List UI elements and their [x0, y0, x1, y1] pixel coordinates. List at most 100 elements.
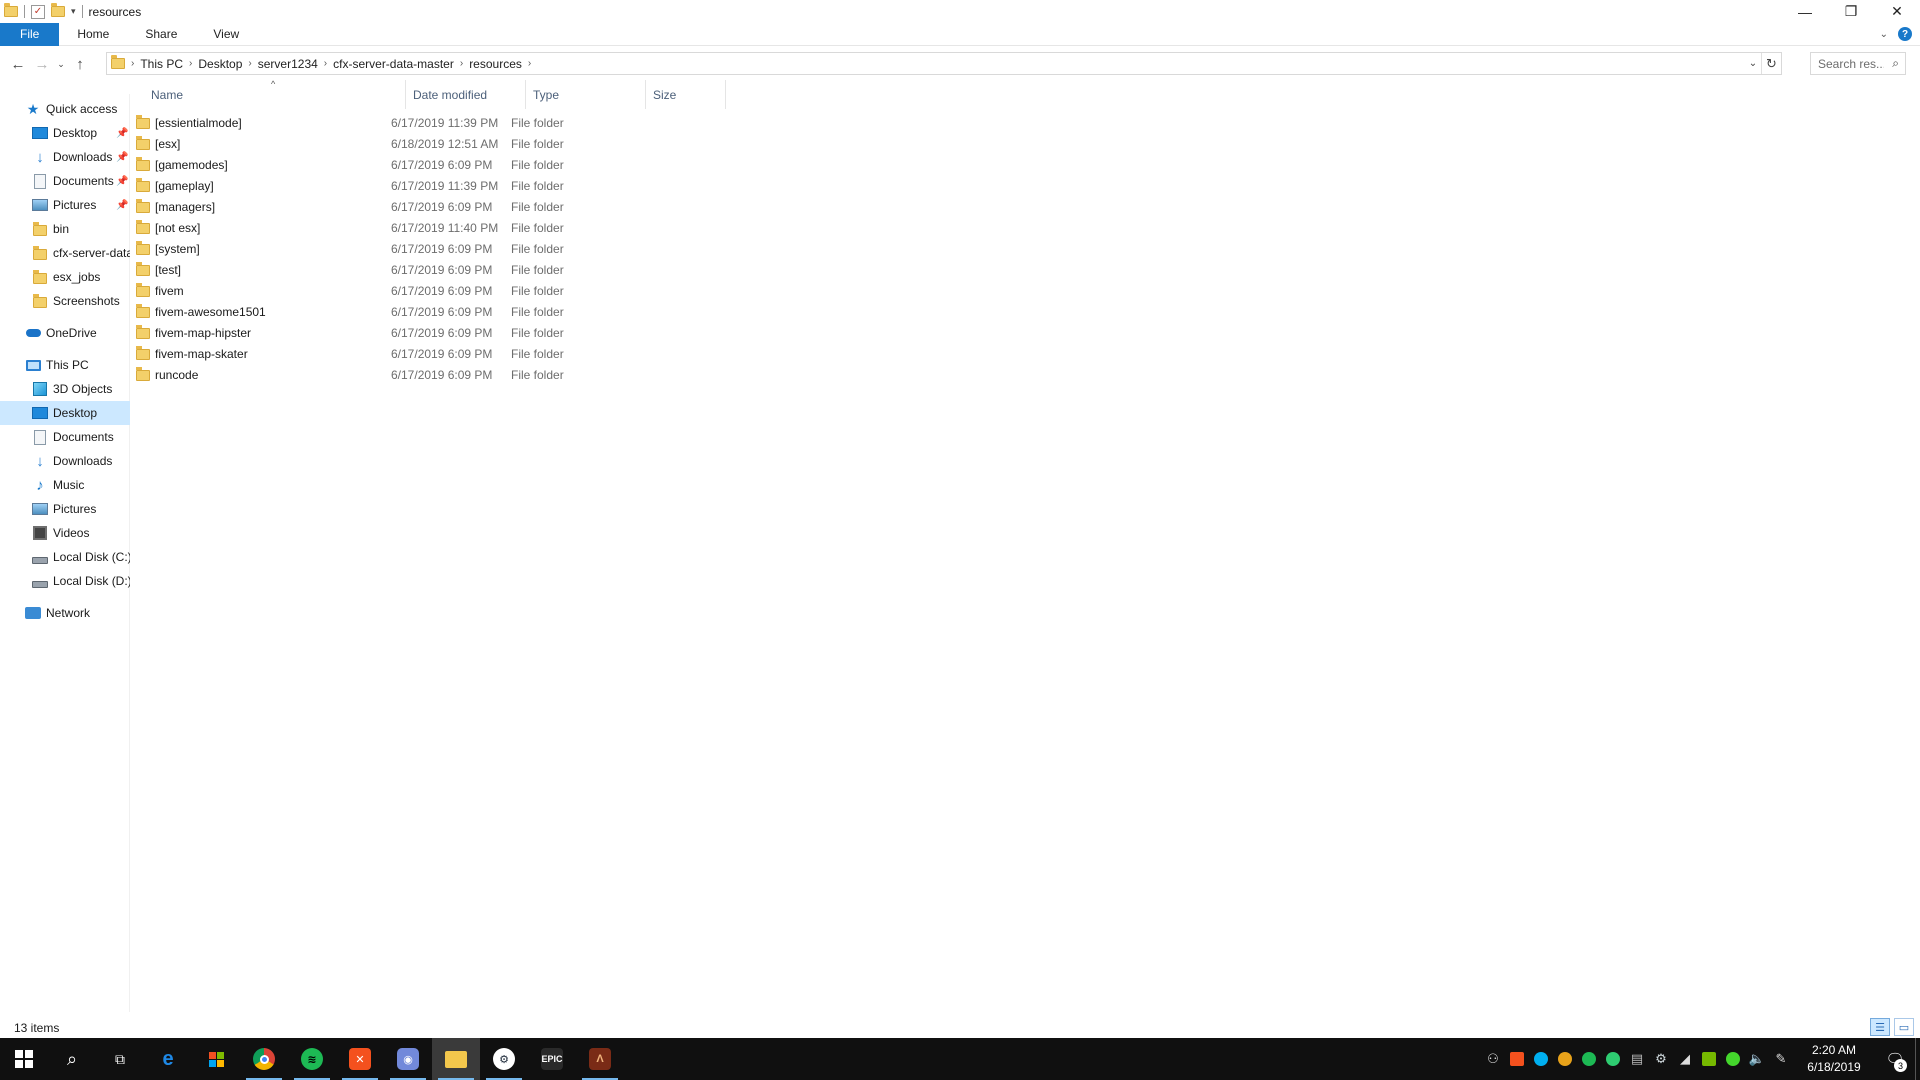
tab-share[interactable]: Share: [127, 23, 195, 46]
chevron-right-icon[interactable]: ›: [526, 58, 533, 69]
steam-tray-icon[interactable]: ⚙: [1649, 1038, 1673, 1080]
customize-toolbar-icon[interactable]: ▾: [71, 6, 76, 17]
breadcrumb-desktop[interactable]: Desktop: [194, 57, 246, 71]
expand-ribbon-icon[interactable]: ⌄: [1880, 29, 1888, 40]
green-tray-icon[interactable]: [1601, 1038, 1625, 1080]
nvidia-icon[interactable]: [1697, 1038, 1721, 1080]
tab-file[interactable]: File: [0, 22, 60, 46]
taskbar-app-xampp[interactable]: ✕: [336, 1038, 384, 1080]
column-header-date-modified[interactable]: Date modified: [406, 80, 526, 109]
chevron-right-icon[interactable]: ›: [129, 58, 136, 69]
file-name-cell[interactable]: [gamemodes]: [136, 157, 391, 172]
pin-icon[interactable]: 📌: [116, 152, 128, 163]
table-row[interactable]: fivem-map-hipster 6/17/2019 6:09 PM File f…: [136, 322, 621, 343]
column-header-size[interactable]: Size: [646, 80, 726, 109]
sidebar-item-music[interactable]: ♪ Music: [0, 473, 130, 497]
search-box[interactable]: ⌕: [1810, 52, 1906, 75]
file-name-cell[interactable]: [gameplay]: [136, 178, 391, 193]
sidebar-item-esx-jobs[interactable]: esx_jobs: [0, 265, 130, 289]
taskbar-app-epic-games[interactable]: EPIC: [528, 1038, 576, 1080]
skype-icon[interactable]: [1529, 1038, 1553, 1080]
file-name-cell[interactable]: [essientialmode]: [136, 115, 391, 130]
table-row[interactable]: [essientialmode] 6/17/2019 11:39 PM File f…: [136, 112, 621, 133]
breadcrumb-resources[interactable]: resources: [465, 57, 526, 71]
refresh-icon[interactable]: ↻: [1761, 53, 1781, 74]
recent-locations-button[interactable]: ⌄: [54, 52, 68, 76]
people-icon[interactable]: ⚇: [1481, 1038, 1505, 1080]
epic-tray-icon[interactable]: ▤: [1625, 1038, 1649, 1080]
razer-icon[interactable]: [1721, 1038, 1745, 1080]
column-header-type[interactable]: Type: [526, 80, 646, 109]
task-view-button[interactable]: ⧉: [96, 1038, 144, 1080]
properties-icon[interactable]: ✓: [31, 4, 45, 19]
sidebar-item-desktop-quick[interactable]: Desktop 📌: [0, 121, 130, 145]
file-name-cell[interactable]: fivem-awesome1501: [136, 304, 391, 319]
show-desktop-button[interactable]: [1915, 1038, 1920, 1080]
file-name-cell[interactable]: fivem-map-hipster: [136, 325, 391, 340]
taskbar-app-chrome[interactable]: [240, 1038, 288, 1080]
search-button[interactable]: ⌕: [48, 1038, 96, 1080]
table-row[interactable]: [managers] 6/17/2019 6:09 PM File folder: [136, 196, 621, 217]
minimize-button[interactable]: —: [1782, 0, 1828, 23]
chevron-right-icon[interactable]: ›: [246, 58, 253, 69]
sidebar-item-3d-objects[interactable]: 3D Objects: [0, 377, 130, 401]
chrome-tray-icon[interactable]: [1553, 1038, 1577, 1080]
sidebar-item-pictures-quick[interactable]: Pictures 📌: [0, 193, 130, 217]
sidebar-item-bin[interactable]: bin: [0, 217, 130, 241]
sidebar-item-local-disk-d[interactable]: Local Disk (D:): [0, 569, 130, 593]
search-input[interactable]: [1818, 56, 1884, 71]
taskbar-app-edge[interactable]: e: [144, 1038, 192, 1080]
chevron-right-icon[interactable]: ›: [187, 58, 194, 69]
forward-button[interactable]: →: [30, 52, 54, 76]
sidebar-item-documents-quick[interactable]: Documents 📌: [0, 169, 130, 193]
large-icons-view-icon[interactable]: ▭: [1894, 1018, 1914, 1036]
column-header-name[interactable]: Name ^: [131, 79, 406, 109]
table-row[interactable]: [system] 6/17/2019 6:09 PM File folder: [136, 238, 621, 259]
file-name-cell[interactable]: [test]: [136, 262, 391, 277]
start-button[interactable]: [0, 1038, 48, 1080]
pin-icon[interactable]: 📌: [116, 200, 128, 211]
details-view-icon[interactable]: ☰: [1870, 1018, 1890, 1036]
close-button[interactable]: ✕: [1874, 0, 1920, 23]
sidebar-item-quick-access[interactable]: ★ Quick access: [0, 97, 130, 121]
breadcrumb-server1234[interactable]: server1234: [254, 57, 322, 71]
tab-home[interactable]: Home: [59, 23, 127, 46]
sidebar-item-documents[interactable]: Documents: [0, 425, 130, 449]
chevron-right-icon[interactable]: ›: [322, 58, 329, 69]
file-name-cell[interactable]: [not esx]: [136, 220, 391, 235]
sidebar-item-screenshots[interactable]: Screenshots: [0, 289, 130, 313]
spotify-tray-icon[interactable]: [1577, 1038, 1601, 1080]
table-row[interactable]: fivem-awesome1501 6/17/2019 6:09 PM File f…: [136, 301, 621, 322]
sidebar-item-downloads-quick[interactable]: ↓ Downloads 📌: [0, 145, 130, 169]
file-name-cell[interactable]: fivem-map-skater: [136, 346, 391, 361]
table-row[interactable]: [not esx] 6/17/2019 11:40 PM File folder: [136, 217, 621, 238]
taskbar-app-store[interactable]: [192, 1038, 240, 1080]
volume-icon[interactable]: 🔈: [1745, 1038, 1769, 1080]
up-button[interactable]: ↑: [68, 52, 92, 76]
file-name-cell[interactable]: [managers]: [136, 199, 391, 214]
network-tray-icon[interactable]: ◢: [1673, 1038, 1697, 1080]
table-row[interactable]: [gameplay] 6/17/2019 11:39 PM File folder: [136, 175, 621, 196]
sidebar-item-downloads[interactable]: ↓ Downloads: [0, 449, 130, 473]
address-bar[interactable]: › This PC › Desktop › server1234 › cfx-s…: [106, 52, 1782, 75]
file-name-cell[interactable]: fivem: [136, 283, 391, 298]
back-button[interactable]: ←: [6, 52, 30, 76]
taskbar-app-app[interactable]: Λ: [576, 1038, 624, 1080]
table-row[interactable]: [gamemodes] 6/17/2019 6:09 PM File folder: [136, 154, 621, 175]
sidebar-item-this-pc[interactable]: This PC: [0, 353, 130, 377]
file-name-cell[interactable]: [esx]: [136, 136, 391, 151]
breadcrumb-cfx-server-data-master[interactable]: cfx-server-data-master: [329, 57, 458, 71]
table-row[interactable]: runcode 6/17/2019 6:09 PM File folder: [136, 364, 621, 385]
taskbar-app-steam[interactable]: ⚙: [480, 1038, 528, 1080]
action-center-button[interactable]: 🗨 3: [1875, 1038, 1915, 1080]
sidebar-item-desktop[interactable]: Desktop: [0, 401, 130, 425]
table-row[interactable]: fivem 6/17/2019 6:09 PM File folder: [136, 280, 621, 301]
clock[interactable]: 2:20 AM 6/18/2019: [1793, 1038, 1875, 1080]
sidebar-item-videos[interactable]: Videos: [0, 521, 130, 545]
pen-icon[interactable]: ✎: [1769, 1038, 1793, 1080]
table-row[interactable]: [test] 6/17/2019 6:09 PM File folder: [136, 259, 621, 280]
chevron-right-icon[interactable]: ›: [458, 58, 465, 69]
xampp-tray-icon[interactable]: [1505, 1038, 1529, 1080]
chevron-down-icon[interactable]: ⌄: [1745, 58, 1761, 69]
new-folder-icon[interactable]: [51, 3, 65, 17]
